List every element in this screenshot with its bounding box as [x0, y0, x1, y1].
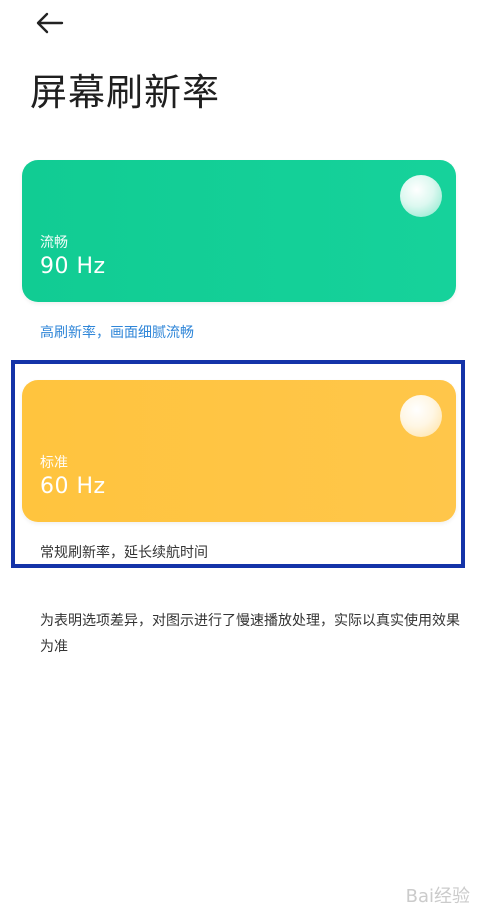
smooth-option-value: 90 Hz — [40, 254, 106, 279]
watermark-logo: Bai经验 — [405, 886, 470, 907]
standard-option-name: 标准 — [40, 455, 68, 471]
standard-option-description: 常规刷新率，延长续航时间 — [40, 545, 208, 561]
standard-option-value: 60 Hz — [40, 474, 106, 499]
page-title: 屏幕刷新率 — [30, 71, 220, 114]
smooth-option-description: 高刷新率，画面细腻流畅 — [40, 325, 194, 341]
standard-option-card[interactable]: 标准 60 Hz — [22, 380, 456, 522]
back-arrow-icon — [36, 12, 64, 34]
smooth-radio-toggle[interactable] — [400, 175, 442, 217]
smooth-option-name: 流畅 — [40, 235, 68, 251]
standard-radio-toggle[interactable] — [400, 395, 442, 437]
option-standard: 标准 60 Hz 常规刷新率，延长续航时间 — [22, 380, 456, 561]
smooth-option-card[interactable]: 流畅 90 Hz — [22, 160, 456, 302]
option-smooth: 流畅 90 Hz 高刷新率，画面细腻流畅 — [22, 160, 456, 341]
footnote-text: 为表明选项差异，对图示进行了慢速播放处理，实际以真实使用效果为准 — [40, 613, 460, 655]
back-button[interactable] — [30, 6, 70, 40]
